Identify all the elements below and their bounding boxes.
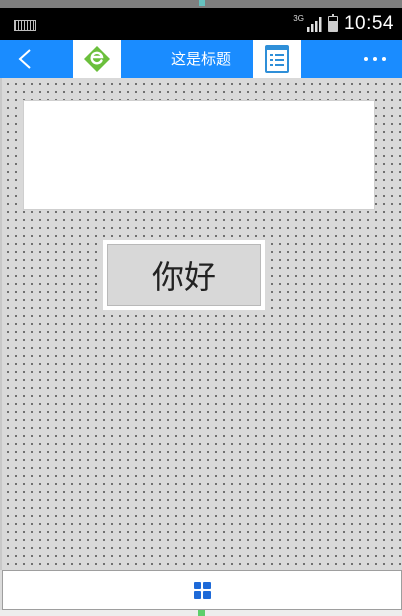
bottom-edge-strip (0, 610, 402, 616)
app-logo-button[interactable] (73, 40, 121, 78)
hello-button[interactable]: 你好 (107, 244, 261, 306)
more-dot (373, 57, 377, 61)
top-edge-marker (199, 0, 205, 6)
bottom-bar (2, 570, 402, 610)
chevron-left-icon (18, 49, 31, 69)
status-bar: 3G 10:54 (0, 8, 402, 40)
main-content: 你好 (0, 78, 402, 570)
title-bar: 这是标题 (0, 40, 402, 78)
battery-icon (327, 14, 338, 32)
app-screen: 3G 10:54 这是标题 你好 (0, 0, 402, 616)
text-input-area[interactable] (23, 100, 375, 210)
more-options-button[interactable] (358, 48, 392, 70)
keyboard-icon (14, 20, 36, 31)
status-indicators: 3G 10:54 (293, 8, 394, 40)
evernote-logo-icon (84, 46, 110, 72)
back-button[interactable] (8, 42, 42, 76)
more-dot (382, 57, 386, 61)
status-time: 10:54 (343, 13, 394, 34)
top-edge-strip (0, 0, 402, 8)
network-type-label: 3G (293, 13, 304, 23)
more-dot (364, 57, 368, 61)
grid-apps-icon[interactable] (193, 581, 211, 599)
bottom-edge-marker (198, 610, 205, 616)
document-list-button[interactable] (253, 40, 301, 78)
signal-icon (306, 17, 322, 32)
hello-button-frame: 你好 (103, 240, 265, 310)
document-list-icon (265, 45, 289, 73)
page-title: 这是标题 (170, 50, 231, 68)
